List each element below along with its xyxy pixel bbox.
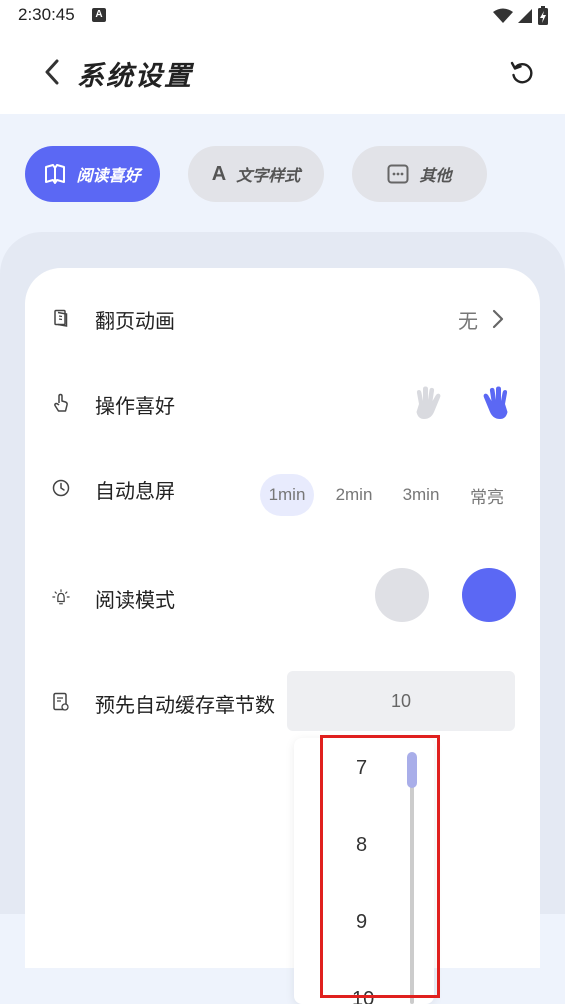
dropdown-option-10[interactable]: 10	[352, 988, 412, 1004]
left-hand-icon[interactable]	[410, 384, 446, 422]
cache-settings-icon	[52, 692, 70, 712]
header: 系统设置	[0, 32, 565, 114]
battery-icon	[538, 6, 548, 25]
book-icon	[45, 164, 66, 184]
tab-other[interactable]: 其他	[352, 146, 487, 202]
timeout-option-always-on[interactable]: 常亮	[462, 474, 512, 516]
status-time: 2:30:45	[18, 5, 75, 24]
letter-a-icon: A	[211, 162, 227, 185]
dropdown-option-8[interactable]: 8	[356, 834, 416, 857]
signal-icon	[518, 9, 532, 23]
tab-label: 文字样式	[236, 166, 301, 185]
touch-icon	[52, 393, 70, 413]
settings-card	[25, 268, 540, 968]
tab-text-style[interactable]: A 文字样式	[188, 146, 324, 202]
tab-reading-preferences[interactable]: 阅读喜好	[25, 146, 160, 202]
status-bar: 2:30:45 A	[0, 0, 565, 32]
timeout-option-3min[interactable]: 3min	[395, 474, 447, 516]
status-icons	[493, 6, 549, 26]
timeout-option-1min[interactable]: 1min	[260, 474, 314, 516]
tab-label: 其他	[419, 166, 452, 185]
light-mode-option[interactable]	[375, 568, 429, 622]
page-turn-icon	[52, 308, 70, 328]
cache-chapters-dropdown: 7 8 9 10	[294, 738, 434, 1004]
screen-timeout-label: 自动息屏	[95, 479, 175, 503]
right-hand-icon[interactable]	[478, 384, 514, 422]
chevron-left-icon	[45, 59, 59, 85]
wifi-icon	[493, 8, 513, 23]
dropdown-scroll-thumb[interactable]	[407, 752, 417, 788]
cache-chapters-label: 预先自动缓存章节数	[95, 693, 275, 717]
clock-icon	[52, 478, 70, 498]
dropdown-scroll-track[interactable]	[410, 760, 414, 1004]
operation-label: 操作喜好	[95, 394, 175, 418]
page-title: 系统设置	[77, 61, 193, 92]
reset-button[interactable]	[507, 58, 537, 88]
more-dots-icon	[387, 164, 409, 184]
notification-icon: A	[92, 8, 106, 22]
page-turn-value[interactable]: 无	[458, 305, 478, 334]
timeout-option-2min[interactable]: 2min	[328, 474, 380, 516]
cache-chapters-select[interactable]: 10	[287, 671, 515, 731]
page-turn-label: 翻页动画	[95, 309, 175, 333]
dropdown-option-9[interactable]: 9	[356, 911, 416, 934]
color-mode-option[interactable]	[462, 568, 516, 622]
reading-mode-label: 阅读模式	[95, 588, 175, 612]
back-button[interactable]	[36, 56, 68, 88]
tab-label: 阅读喜好	[76, 166, 141, 185]
bulb-icon	[52, 587, 70, 607]
chevron-right-icon[interactable]	[490, 308, 506, 330]
refresh-icon	[510, 61, 533, 84]
